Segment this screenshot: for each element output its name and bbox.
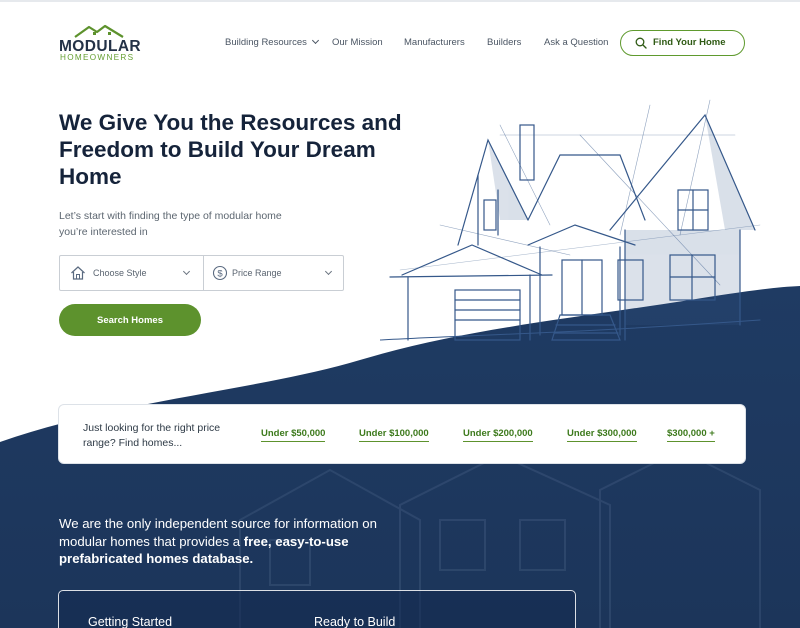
nav-building-resources-label: Building Resources (225, 37, 307, 48)
price-link-under-300k[interactable]: Under $300,000 (567, 428, 637, 442)
logo-tagline: HOMEOWNERS (60, 53, 135, 62)
hero-title: We Give You the Resources and Freedom to… (59, 110, 402, 189)
chevron-down-icon (324, 267, 333, 276)
dollar-icon: $ (212, 265, 228, 281)
find-your-home-button[interactable]: Find Your Home (620, 30, 745, 56)
search-icon (635, 37, 647, 49)
hero-subtitle: Let’s start with finding the type of mod… (59, 210, 282, 238)
style-select-label: Choose Style (93, 268, 147, 278)
info-statement: We are the only independent source for i… (59, 515, 419, 568)
price-select-label: Price Range (232, 268, 282, 278)
home-search-form: Choose Style $ Price Range (59, 255, 344, 291)
resources-panel: Getting Started Ready to Build (58, 590, 576, 628)
price-select[interactable]: $ Price Range (204, 256, 344, 290)
getting-started-heading[interactable]: Getting Started (88, 615, 172, 628)
nav-building-resources[interactable]: Building Resources (225, 36, 319, 48)
price-range-prompt: Just looking for the right price range? … (83, 422, 221, 449)
price-range-card: Just looking for the right price range? … (58, 404, 746, 464)
nav-manufacturers[interactable]: Manufacturers (404, 37, 465, 48)
search-homes-button[interactable]: Search Homes (59, 304, 201, 336)
search-homes-label: Search Homes (96, 315, 163, 326)
nav-ask-a-question[interactable]: Ask a Question (544, 37, 608, 48)
chevron-down-icon (311, 36, 319, 45)
nav-our-mission[interactable]: Our Mission (332, 37, 383, 48)
svg-text:$: $ (217, 269, 223, 280)
nav-builders[interactable]: Builders (487, 37, 521, 48)
ready-to-build-heading[interactable]: Ready to Build (314, 615, 395, 628)
house-logo-icon (74, 24, 124, 38)
price-link-under-100k[interactable]: Under $100,000 (359, 428, 429, 442)
price-link-300k-plus[interactable]: $300,000 + (667, 428, 715, 442)
price-link-under-200k[interactable]: Under $200,000 (463, 428, 533, 442)
chevron-down-icon (182, 267, 191, 276)
style-select[interactable]: Choose Style (60, 256, 203, 290)
find-your-home-label: Find Your Home (653, 37, 726, 48)
house-sketch-illustration (380, 99, 761, 341)
home-icon (71, 266, 85, 280)
price-link-under-50k[interactable]: Under $50,000 (261, 428, 326, 442)
